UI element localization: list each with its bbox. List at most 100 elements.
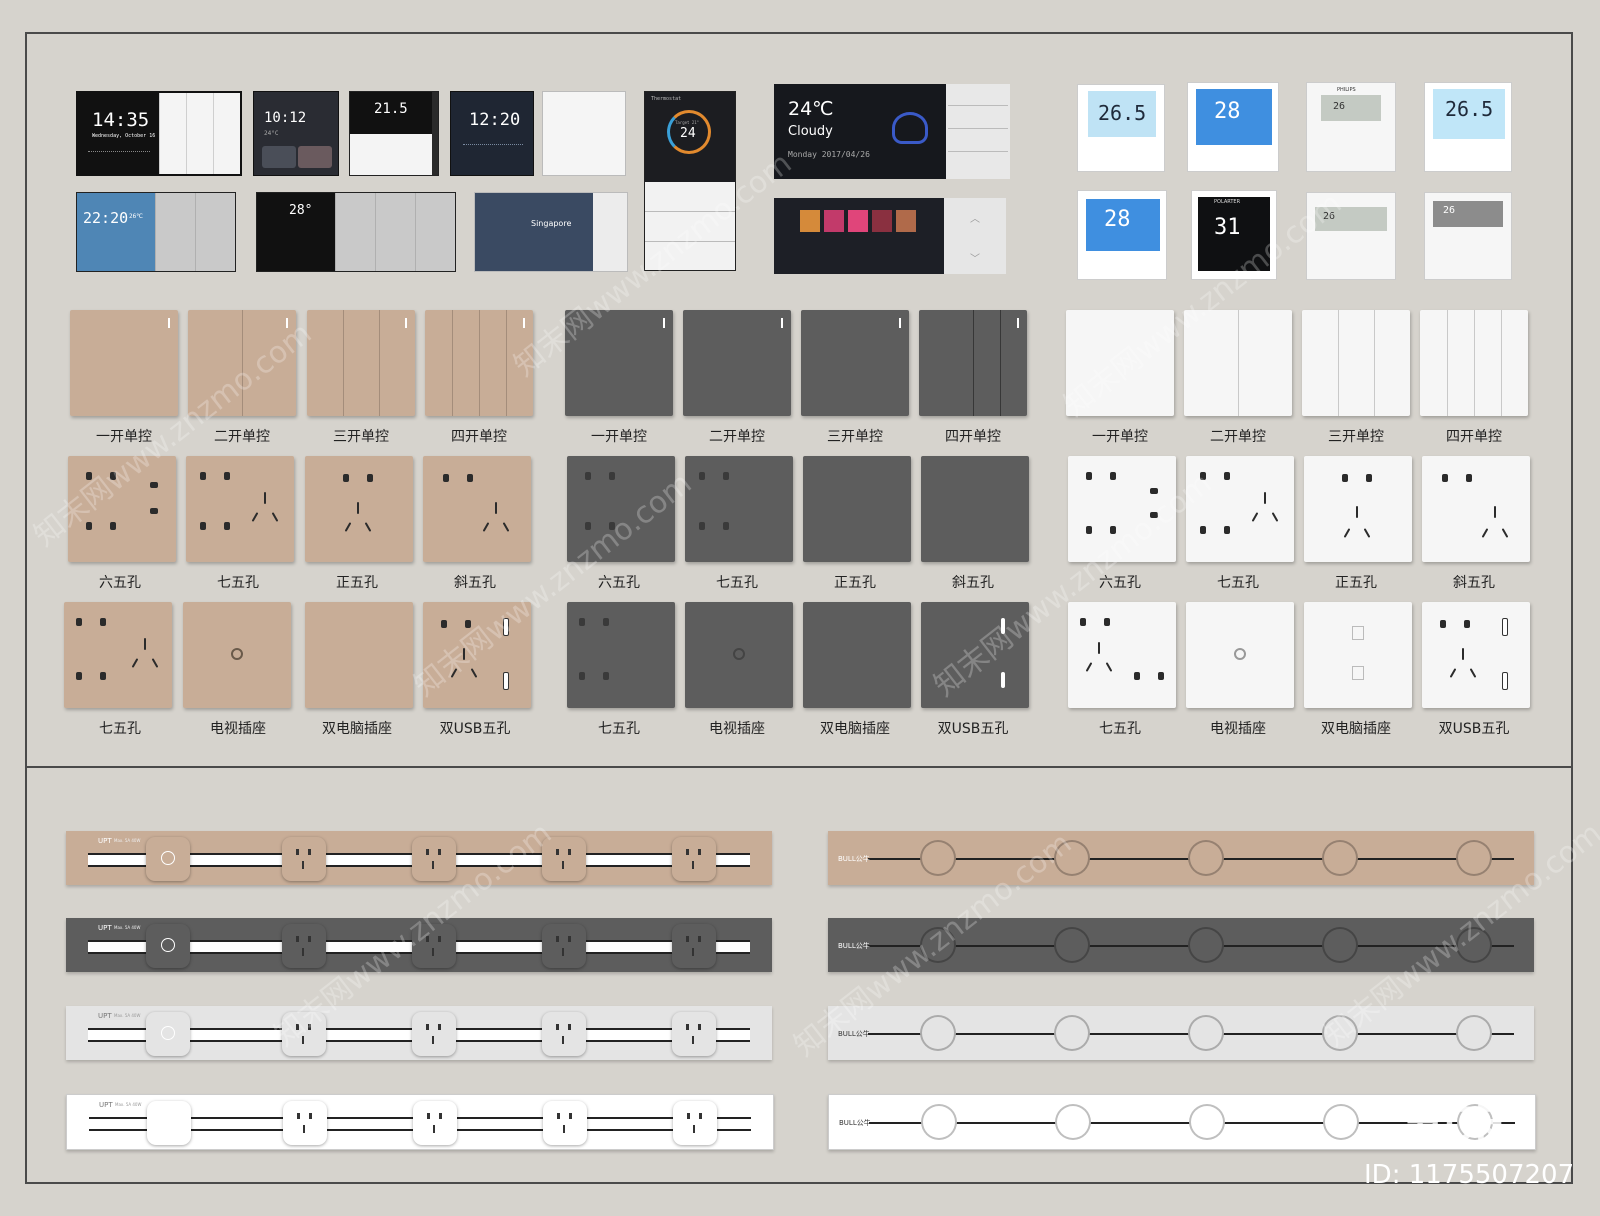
track-socket-module[interactable] [413,1101,457,1145]
socket-slant-5 [1422,456,1530,562]
strip-brand: BULL公牛 [838,942,870,950]
weather-condition: Cloudy [788,124,833,139]
smart-panel-7: 28° [256,192,456,272]
track-socket-module[interactable] [283,1101,327,1145]
socket-label: 七五孔 [217,575,259,591]
track-socket-module[interactable] [282,924,326,968]
socket-slant-5 [423,456,531,562]
round-socket-module[interactable] [1323,1104,1359,1140]
track-socket-module[interactable] [672,924,716,968]
thermostat-reading: 28 [1104,207,1131,232]
socket-7-5 [567,602,675,708]
tv-port-icon [1234,648,1246,660]
thermostat-reading: 28 [1214,99,1241,124]
switch-label: 三开单控 [1328,429,1384,445]
round-socket-module[interactable] [921,1104,957,1140]
track-socket-module[interactable] [412,1012,456,1056]
switch-label: 四开单控 [451,429,507,445]
watermark-logo: 知末 [1406,1095,1506,1153]
panel-temp: 24°C [264,130,279,137]
panel-time: 12:20 [469,110,521,130]
round-socket-module[interactable] [1189,1104,1225,1140]
track-socket-module[interactable] [543,1101,587,1145]
tv-port-icon [733,648,745,660]
track-socket-module[interactable] [673,1101,717,1145]
track-socket-module[interactable] [672,1012,716,1056]
switch-label: 三开单控 [333,429,389,445]
switch-label: 一开单控 [1092,429,1148,445]
switch-label: 四开单控 [1446,429,1502,445]
power-button[interactable] [147,1101,191,1145]
thermostat-reading: 26 [1443,205,1456,216]
round-socket-module[interactable] [1055,1104,1091,1140]
socket-label: 双USB五孔 [439,721,511,737]
round-socket-module[interactable] [920,840,956,876]
socket-tv [1186,602,1294,708]
strip-brand: UPT [98,924,112,932]
power-button[interactable] [146,1012,190,1056]
thermostat-reading: 26 [1333,101,1346,112]
socket-label: 斜五孔 [1453,575,1495,591]
cloud-icon [892,112,928,144]
strip-spec: Max. 5A 40W [114,1013,141,1018]
socket-dual-computer [803,602,911,708]
panel-time: 14:35 [92,109,150,131]
power-button[interactable] [146,837,190,881]
power-track-strip: UPT Max. 5A 40W [66,1094,774,1150]
round-socket-module[interactable] [1456,840,1492,876]
round-socket-module[interactable] [1188,1015,1224,1051]
socket-straight-5 [305,456,413,562]
thermostat-reading: 26.5 [1445,97,1494,121]
round-socket-module[interactable] [920,1015,956,1051]
socket-7-5 [1068,602,1176,708]
brand-label: POLARTER [1214,199,1241,205]
thermostat-5: 28 [1077,190,1167,280]
strip-brand: UPT [99,1101,113,1109]
image-id: ID: 1175507207 [1364,1160,1575,1190]
brand-label: PHILIPS [1337,87,1356,93]
round-socket-module[interactable] [1188,927,1224,963]
network-port-icon [1352,666,1364,680]
socket-label: 正五孔 [336,575,378,591]
strip-spec: Max. 5A 40W [114,925,141,930]
power-button[interactable] [146,924,190,968]
track-socket-module[interactable] [282,837,326,881]
switch-label: 三开单控 [827,429,883,445]
round-socket-module[interactable] [1054,1015,1090,1051]
socket-label: 双电脑插座 [820,721,890,737]
media-panel: ︿ ﹀ [774,198,1006,274]
socket-7-5 [186,456,294,562]
switch-3-gang [1302,310,1410,416]
socket-7-5 [685,456,793,562]
thermostat-reading: 26.5 [1098,101,1147,125]
thermostat-title: Thermostat [651,96,682,102]
socket-label: 电视插座 [709,721,765,737]
switch-2-gang [683,310,791,416]
round-socket-module[interactable] [1054,927,1090,963]
round-socket-module[interactable] [1322,840,1358,876]
round-socket-module[interactable] [1188,840,1224,876]
strip-brand: BULL公牛 [838,855,870,863]
panel-city: Singapore [531,219,572,228]
round-socket-module[interactable] [1456,1015,1492,1051]
round-socket-module[interactable] [1322,927,1358,963]
power-icon [161,1026,175,1040]
thermostat-2: 28 [1187,82,1279,172]
track-socket-module[interactable] [542,924,586,968]
smart-panel-6: 22:20 26℃ [76,192,236,272]
thermostat-3: PHILIPS 26 [1306,82,1396,172]
socket-label: 双电脑插座 [1321,721,1391,737]
socket-dual-computer [1304,602,1412,708]
weather-temp: 24℃ [788,98,834,120]
strip-brand: UPT [98,837,112,845]
smart-panel-1: 14:35 Wednesday, October 16 [76,91,242,176]
panel-time: 22:20 [83,209,129,227]
smart-panel-4: 12:20 [450,91,534,176]
socket-dual-usb [1422,602,1530,708]
section-divider [25,766,1573,768]
track-socket-module[interactable] [672,837,716,881]
power-icon [161,938,175,952]
power-track-strip: UPT Max. 5A 40W [66,1006,772,1060]
track-socket-module[interactable] [542,1012,586,1056]
thermostat-value: 24 [680,126,696,141]
